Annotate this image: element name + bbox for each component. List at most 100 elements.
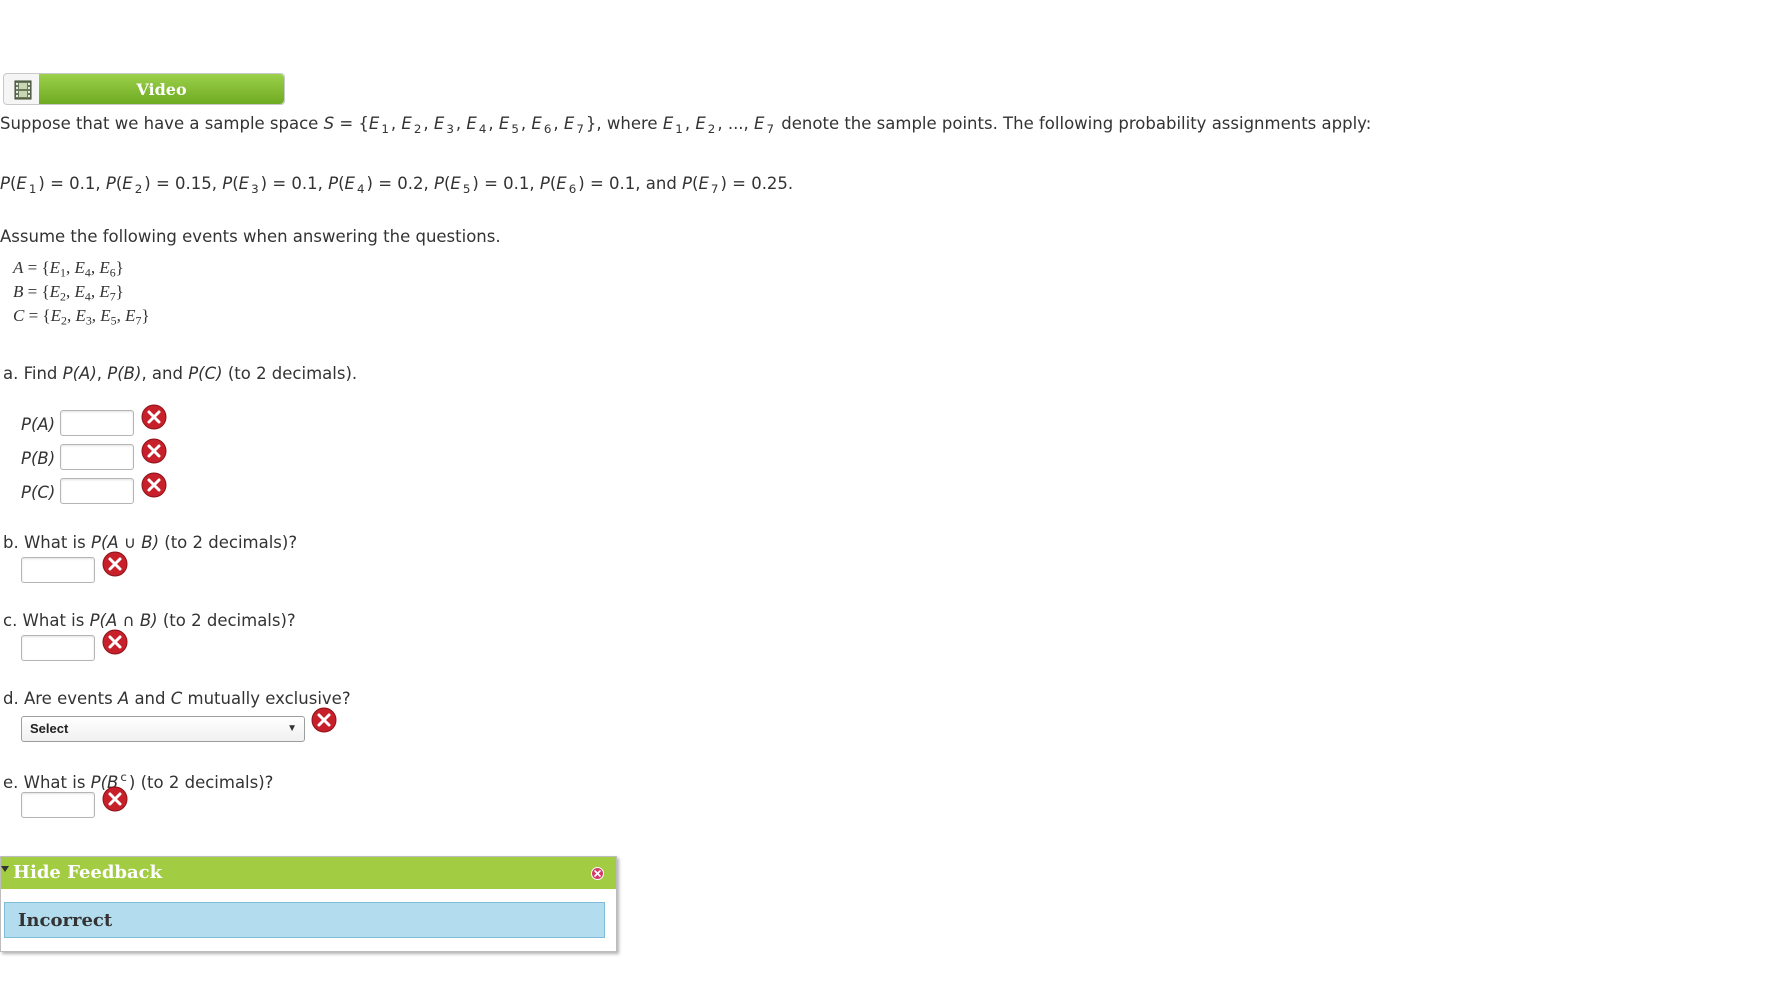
e7-sub: 7 [766, 122, 775, 137]
event-e: E [125, 306, 136, 325]
event-name: B [13, 282, 24, 301]
sub: 6 [568, 182, 577, 197]
qb-suffix: (to 2 decimals)? [159, 533, 298, 552]
e3: E [433, 114, 445, 133]
intersection-input[interactable] [21, 635, 95, 661]
event-b: B = {E2, E4, E7} [13, 282, 124, 304]
qc-suffix: (to 2 decimals)? [157, 611, 296, 630]
e2: E [401, 114, 412, 133]
e1-sub: 1 [381, 122, 389, 137]
incorrect-icon [141, 472, 167, 498]
event-e: E [74, 282, 85, 301]
event-sub: 5 [110, 313, 117, 328]
val: ) = 0.15, [144, 174, 223, 193]
event-sub: 4 [84, 265, 91, 280]
sub: 5 [462, 182, 471, 197]
e2: E [695, 114, 706, 133]
close-icon[interactable] [591, 867, 604, 880]
problem-intro: Suppose that we have a sample space S = … [0, 114, 1371, 139]
pb-input[interactable] [60, 444, 134, 470]
event-sub: 2 [60, 313, 67, 328]
incorrect-icon [141, 404, 167, 430]
e6-sub: 6 [543, 122, 552, 137]
qd-suffix: mutually exclusive? [182, 689, 351, 708]
event-close: } [115, 282, 124, 301]
event-name: C [13, 306, 25, 325]
val: ) = 0.2, [366, 174, 434, 193]
feedback-header[interactable]: Hide Feedback [1, 857, 616, 889]
incorrect-icon [102, 551, 128, 577]
p: P [105, 174, 116, 193]
film-icon [14, 80, 32, 100]
collapse-triangle-icon [1, 866, 9, 872]
e7: E [754, 114, 765, 133]
pc-input[interactable] [60, 478, 134, 504]
video-bar: Video [3, 73, 285, 105]
event-e: E [99, 258, 110, 277]
e5: E [498, 114, 510, 133]
feedback-result: Incorrect [4, 902, 605, 938]
event-sub: 3 [85, 313, 92, 328]
event-sub: 4 [84, 289, 91, 304]
event-e: E [75, 306, 86, 325]
event-e: E [49, 258, 61, 277]
qd-a: A [117, 689, 130, 708]
sub: 1 [28, 182, 37, 197]
val: ) = 0.1, [472, 174, 540, 193]
qc-expr: P(A [89, 611, 123, 630]
video-button[interactable]: Video [39, 74, 284, 104]
dropdown-arrow-icon: ▼ [287, 723, 297, 734]
union-input[interactable] [21, 557, 95, 583]
e: E [698, 174, 709, 193]
e: E [450, 174, 461, 193]
p: P [0, 174, 10, 193]
p: P [222, 174, 233, 193]
qd-c: C [170, 689, 183, 708]
event-eq: = { [23, 258, 50, 277]
qb-expr: B) [136, 533, 160, 552]
pa-input[interactable] [60, 410, 134, 436]
e: E [16, 174, 27, 193]
event-sub: 2 [60, 289, 66, 304]
intro-where: }, where [585, 114, 663, 133]
event-close: } [115, 258, 124, 277]
qc-prefix: c. What is [3, 611, 90, 630]
incorrect-icon [141, 438, 167, 464]
sub: 4 [356, 182, 365, 197]
qa-suffix: (to 2 decimals). [222, 364, 358, 383]
pb-label: P(B) [21, 449, 56, 468]
question-b: b. What is P(A ∪ B) (to 2 decimals)? [3, 533, 297, 553]
e: E [344, 174, 355, 193]
intersection-symbol: ∩ [122, 611, 135, 630]
event-e: E [74, 258, 85, 277]
sub: 3 [251, 182, 259, 197]
val: ) = 0.25. [720, 174, 794, 193]
event-e: E [100, 306, 111, 325]
complement-sup: c [120, 770, 127, 784]
event-eq: = { [23, 282, 50, 301]
qa-pb: P(B) [107, 364, 142, 383]
e1: E [368, 114, 380, 133]
probability-assignments: P(E 1) = 0.1, P(E 2) = 0.15, P(E 3) = 0.1, … [0, 174, 793, 199]
event-eq: = { [24, 306, 51, 325]
qb-prefix: b. What is [3, 533, 91, 552]
p: P [539, 174, 550, 193]
e1: E [662, 114, 674, 133]
complement-input[interactable] [21, 792, 95, 818]
qa-pa: P(A) [62, 364, 97, 383]
sep: , [553, 114, 564, 133]
mutually-exclusive-select[interactable]: Select ▼ [21, 716, 305, 742]
e: E [122, 174, 133, 193]
incorrect-icon [102, 786, 128, 812]
qa-sep: , [96, 364, 108, 383]
intro-eq: = { [334, 114, 369, 133]
e4-sub: 4 [478, 122, 487, 137]
qa-prefix: a. Find [3, 364, 63, 383]
qc-expr: B) [134, 611, 158, 630]
event-close: } [141, 306, 150, 325]
e4: E [466, 114, 477, 133]
hide-feedback-label[interactable]: Hide Feedback [13, 862, 162, 884]
sep: , [488, 114, 499, 133]
event-name: A [13, 258, 24, 277]
e7-sub: 7 [576, 122, 584, 137]
